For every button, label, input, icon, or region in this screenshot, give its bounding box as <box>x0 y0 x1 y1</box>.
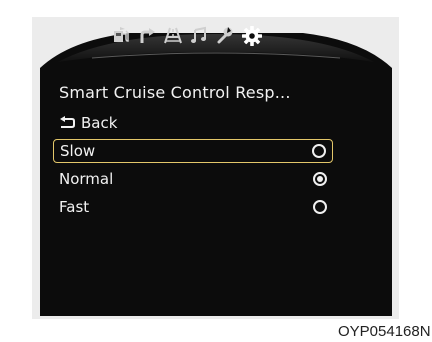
option-normal[interactable]: Normal <box>53 167 333 191</box>
back-button[interactable]: Back <box>59 112 117 134</box>
turn-arrow-icon[interactable] <box>137 25 157 45</box>
music-note-icon[interactable] <box>189 25 209 45</box>
option-label: Fast <box>59 198 90 216</box>
fuel-pump-icon[interactable] <box>111 25 131 45</box>
radio-button[interactable] <box>313 172 327 186</box>
wrench-icon[interactable] <box>215 25 235 45</box>
back-arrow-icon <box>60 116 75 128</box>
screen-title: Smart Cruise Control Resp... <box>59 83 291 102</box>
radio-button[interactable] <box>312 144 326 158</box>
option-label: Slow <box>60 142 96 160</box>
option-fast[interactable]: Fast <box>53 195 333 219</box>
lane-road-icon[interactable] <box>163 25 183 45</box>
option-label: Normal <box>59 170 114 188</box>
radio-button[interactable] <box>313 200 327 214</box>
figure-caption: OYP054168N <box>338 323 431 340</box>
back-label: Back <box>81 114 118 132</box>
gear-icon[interactable] <box>241 25 262 46</box>
option-slow[interactable]: Slow <box>53 139 333 163</box>
menu-tab-bar <box>80 22 292 48</box>
